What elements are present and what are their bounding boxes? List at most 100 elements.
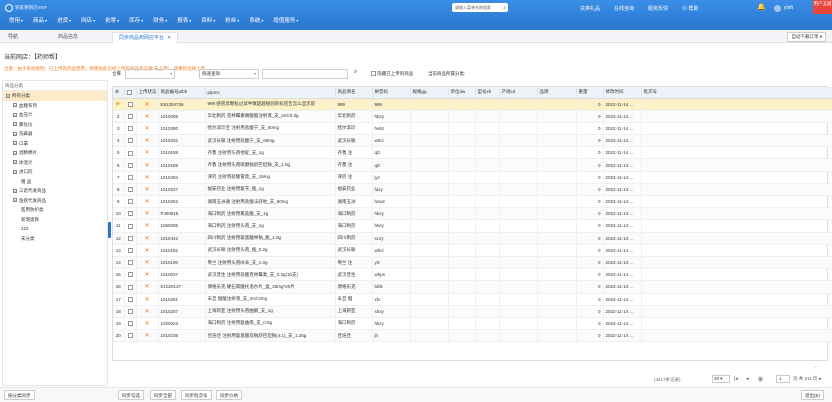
- category-item[interactable]: + 口罩: [3, 139, 107, 149]
- avatar[interactable]: [774, 5, 781, 12]
- category-item[interactable]: + 进口药: [3, 167, 107, 177]
- table-row[interactable]: 7 ✕ 1010404 津药 注射用盐酸雷莫_支_15mg 津药 注 jyz 0 2022-1…: [113, 171, 832, 184]
- expand-icon[interactable]: +: [13, 169, 17, 174]
- expand-icon[interactable]: +: [13, 122, 17, 127]
- user-level-badge[interactable]: 用户五级: [813, 0, 832, 14]
- row-checkbox[interactable]: [124, 98, 137, 111]
- expand-icon[interactable]: +: [13, 131, 17, 136]
- row-checkbox[interactable]: [124, 122, 137, 136]
- row-checkbox[interactable]: [124, 329, 137, 343]
- category-item[interactable]: + 三诺代发商品: [3, 186, 107, 196]
- table-row[interactable]: 5 ✕ 1010188 齐鲁 注射用头孢他啶_支_1g 齐鲁 注 qlz 0 2022-11-…: [113, 146, 832, 160]
- expand-icon[interactable]: +: [13, 198, 17, 203]
- tab-nav[interactable]: 导航: [2, 32, 24, 43]
- row-checkbox[interactable]: [124, 134, 137, 148]
- table-row[interactable]: 2 ✕ 1010206 华北制药 克林霉素磷酸酯注射液_支_2ml:0.3g 华北制药 h…: [113, 110, 832, 123]
- column-header[interactable]: 重量: [576, 87, 604, 99]
- category-item[interactable]: + 血糖系列: [3, 101, 107, 111]
- row-checkbox[interactable]: [124, 317, 137, 331]
- table-row[interactable]: 14 ✕ 1010190 粤兰 注射用头孢呋辛_支_1.0g 粤兰 注 ylz 0 2022-…: [113, 256, 832, 270]
- menu-item-10[interactable]: 系统▾: [244, 14, 268, 26]
- column-header[interactable]: 批次号: [641, 87, 832, 99]
- next-page-icon[interactable]: ▸: [819, 376, 822, 382]
- column-header[interactable]: 商品简名: [335, 87, 373, 99]
- column-header[interactable]: 修改时间: [603, 87, 642, 99]
- first-page-icon[interactable]: |◂: [734, 376, 738, 382]
- row-checkbox[interactable]: [124, 256, 137, 270]
- expand-icon[interactable]: +: [13, 141, 17, 146]
- row-checkbox[interactable]: [124, 171, 137, 184]
- sync-by-category-button[interactable]: 按分类同步: [4, 390, 35, 400]
- row-checkbox[interactable]: [124, 219, 137, 233]
- sync-price-button[interactable]: 同步价格: [216, 390, 242, 400]
- column-header[interactable]: [124, 87, 137, 99]
- category-item[interactable]: + 体温计: [3, 158, 107, 168]
- prev-page-icon[interactable]: ◂: [746, 376, 749, 382]
- column-header[interactable]: 型号xh: [475, 87, 500, 99]
- row-checkbox[interactable]: [124, 232, 137, 245]
- table-row[interactable]: 18 ✕ 1010207 上海新亚 注射用头孢曲酮_支_1g 上海新亚 shxy 0 2022…: [113, 305, 832, 318]
- table-row[interactable]: 4 ✕ 1010332 武汉长联 注射用盐酸宁_支_60mg 武汉长联 whcl 0 2022…: [113, 134, 832, 148]
- table-row[interactable]: 6 ✕ 1010189 齐鲁 注射用头孢哌酮钠舒巴坦钠_支_1.0g 齐鲁 注 qlz 0 2…: [113, 158, 832, 172]
- username[interactable]: yinh: [784, 5, 793, 11]
- menu-item-3[interactable]: 网店▾: [76, 14, 100, 26]
- row-checkbox[interactable]: [124, 146, 137, 160]
- menu-item-5[interactable]: 库存▾: [124, 14, 148, 26]
- tab-product-info[interactable]: 商品信息: [52, 32, 84, 43]
- menu-item-0[interactable]: 常用▾: [4, 14, 28, 26]
- column-header[interactable]: 品牌: [537, 87, 577, 99]
- category-item[interactable]: + 鱼跃代发商品: [3, 196, 107, 206]
- category-item[interactable]: 222: [3, 224, 107, 234]
- sync-selected-button[interactable]: 同步勾选: [118, 390, 144, 400]
- row-checkbox[interactable]: [124, 158, 137, 172]
- table-row[interactable]: 10 ✕ PJ00915 海口制药 注射用氯盐酸_支_1g 海口制药 hkzy 0 2022-…: [113, 207, 832, 221]
- row-checkbox[interactable]: [124, 195, 137, 209]
- select-all-checkbox[interactable]: [126, 89, 132, 95]
- table-row[interactable]: 15 ✕ 1010037 武汉普生 注射用盐酸克林霉素_支_0.3g(10支) 武汉普生…: [113, 268, 832, 282]
- table-row[interactable]: 8 ✕ 1010227 福安药业 注射用氨苄_瓶_1g 福安药业 fazy 0 2022-11…: [113, 183, 832, 197]
- table-row[interactable]: 3 ✕ 1010280 哈尔滨珍宝 注射用盐酸宁_支_60mg 哈尔滨珍 hebz 0 202…: [113, 122, 832, 136]
- category-item[interactable]: 赠 品: [3, 177, 107, 187]
- row-checkbox[interactable]: [124, 110, 137, 123]
- warehouse-select[interactable]: ▾: [125, 69, 175, 79]
- row-checkbox[interactable]: [124, 268, 137, 282]
- table-row[interactable]: 19 ✕ 1020023 海口制药 注射用氨曲南_支_0.5g 海口制药 hkzy 0 202…: [113, 317, 832, 331]
- menu-item-6[interactable]: 财务▾: [148, 14, 172, 26]
- exit-button[interactable]: 退出(E): [801, 390, 824, 400]
- search-icon[interactable]: ⌕: [503, 4, 506, 13]
- menu-item-8[interactable]: 资料▾: [196, 14, 220, 26]
- gift-exchange-link[interactable]: 兑换礼品: [580, 5, 600, 12]
- row-checkbox[interactable]: [124, 305, 137, 318]
- table-row[interactable]: 20 ✕ 1010236 佳浩佳 注射用氨基酸双钠舒巴坦钠(4:1)_支_1.25g 佳…: [113, 329, 832, 343]
- sync-batch-button[interactable]: 同步批次号: [181, 390, 212, 400]
- query-type-select[interactable]: 快速查询 ▾: [199, 69, 259, 79]
- app-logo[interactable]: 管家婆网店ERP: [5, 4, 47, 12]
- table-row[interactable]: 11 ✕ 1060006 海口制药 注射用头孢_支_1g 海口制药 hkzy 0 2022-1…: [113, 219, 832, 233]
- category-item[interactable]: + 酒精棉片: [3, 148, 107, 158]
- menu-item-11[interactable]: 增值服务▾: [268, 14, 303, 26]
- menu-search-input[interactable]: 请输入菜单名称搜索 ⌕: [452, 3, 508, 12]
- search-icon[interactable]: ⌕: [354, 69, 357, 76]
- close-icon[interactable]: ✕: [167, 35, 171, 41]
- gear-icon[interactable]: ⚙: [113, 87, 125, 99]
- expand-icon[interactable]: +: [13, 150, 17, 155]
- menu-item-4[interactable]: 批零▾: [100, 14, 124, 26]
- menu-item-7[interactable]: 报表▾: [172, 14, 196, 26]
- column-header[interactable]: 规格gg: [410, 87, 449, 99]
- category-item[interactable]: 医用防护类: [3, 205, 107, 215]
- online-consult-link[interactable]: 在线咨询: [614, 5, 634, 12]
- hide-uploaded-checkbox[interactable]: 隐藏已上传的商品: [371, 71, 413, 77]
- feedback-link[interactable]: 服务反馈: [648, 5, 668, 12]
- column-header[interactable]: 上传状态: [136, 87, 159, 99]
- expand-icon[interactable]: +: [13, 188, 17, 193]
- expand-icon[interactable]: +: [13, 112, 17, 117]
- table-row[interactable]: 9 ✕ 1010262 湖南五洲通 注射用盐酸法舒地_支_60mg 湖南五洲 hnwz 0 2…: [113, 195, 832, 209]
- table-row[interactable]: ▶ ✕ E91254736 999 感冒灵颗粒过试半数超越规则的标签告怎么显示前 999…: [113, 98, 832, 111]
- column-header[interactable]: 产地cd: [499, 87, 538, 99]
- table-row[interactable]: 12 ✕ 1010442 四川制药 注射用氨基酸林钠_瓶_1.0g 四川制药 sczy 0 2…: [113, 232, 832, 245]
- menu-item-1[interactable]: 商品▾: [28, 14, 52, 26]
- column-header[interactable]: ptpmc: [205, 87, 336, 99]
- bell-icon[interactable]: 🔔: [757, 3, 766, 11]
- table-row[interactable]: 17 ✕ 1010281 辛旦 烟酸注射液_支_2ml:0mg 辛旦 烟 xfx 0 2022…: [113, 293, 832, 306]
- table-row[interactable]: 13 ✕ 1010182 武汉长联 注射用头孢_瓶_0.2g 武汉长联 whcl 0 2022…: [113, 244, 832, 257]
